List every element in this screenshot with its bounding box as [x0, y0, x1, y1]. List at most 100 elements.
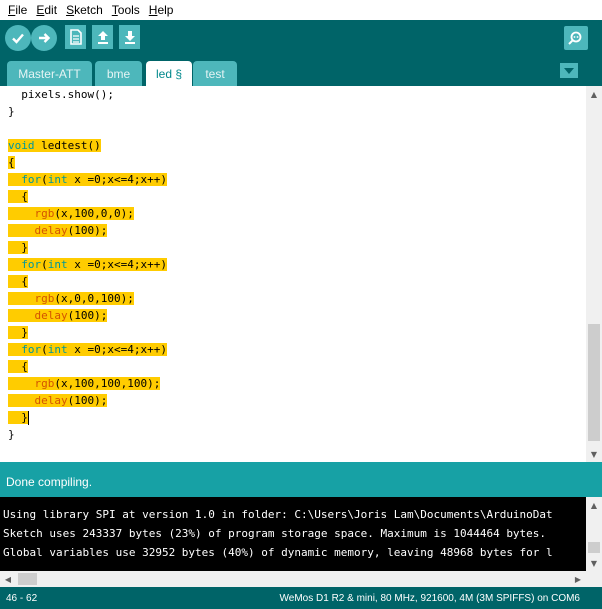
code-line-text: pixels.show();: [21, 88, 114, 101]
code-line-text: {: [8, 156, 15, 169]
code-line: pixels.show();: [8, 86, 167, 103]
new-icon: [69, 29, 82, 45]
menu-file-label: ile: [15, 3, 28, 17]
code-line-text: delay(100);: [8, 394, 108, 407]
code-line: rgb(x,100,0,0);: [8, 205, 167, 222]
tab-master-att[interactable]: Master-ATT: [7, 61, 92, 86]
upload-icon: [39, 33, 51, 43]
code-editor[interactable]: pixels.show();} void ledtest() { for(int x…: [0, 86, 586, 462]
menu-sketch-label: ketch: [74, 3, 103, 17]
menu-help[interactable]: Help: [145, 3, 178, 17]
code-line-text: delay(100);: [8, 309, 108, 322]
console-cut-line: [0, 497, 586, 505]
code-line-text: for(int x =0;x<=4;x++): [8, 258, 167, 271]
menu-edit-label: dit: [44, 3, 58, 17]
menu-file[interactable]: File: [4, 3, 31, 17]
code-line-text: rgb(x,100,100,100);: [8, 377, 161, 390]
code-line-text: void ledtest(): [8, 139, 101, 152]
code-line-text: {: [8, 275, 28, 288]
code-line: {: [8, 273, 167, 290]
verify-button[interactable]: [5, 25, 31, 51]
code-line: for(int x =0;x<=4;x++): [8, 341, 167, 358]
code-line: delay(100);: [8, 392, 167, 409]
code-line: {: [8, 154, 167, 171]
code-line: rgb(x,100,100,100);: [8, 375, 167, 392]
console-output[interactable]: Using library SPI at version 1.0 in fold…: [0, 497, 586, 571]
console-partial-line: [0, 497, 586, 505]
toolbar: [0, 20, 602, 57]
code-line-text: }: [8, 411, 29, 425]
code-line-text: {: [8, 190, 28, 203]
code-line-text: {: [8, 360, 28, 373]
code-line: }: [8, 409, 167, 426]
code-line: }: [8, 426, 167, 443]
code-line-text: for(int x =0;x<=4;x++): [8, 173, 167, 186]
tab-test[interactable]: test: [193, 61, 237, 86]
code-area[interactable]: pixels.show();} void ledtest() { for(int x…: [8, 86, 167, 443]
verify-icon: [12, 33, 24, 44]
code-line-text: for(int x =0;x<=4;x++): [8, 343, 167, 356]
menu-tools[interactable]: Tools: [108, 3, 144, 17]
code-line-text: }: [8, 326, 28, 339]
tab-bme[interactable]: bme: [95, 61, 142, 86]
code-line: for(int x =0;x<=4;x++): [8, 171, 167, 188]
menu-sketch[interactable]: Sketch: [62, 3, 107, 17]
console-line: Using library SPI at version 1.0 in fold…: [3, 508, 553, 521]
editor-scroll-thumb[interactable]: [588, 324, 600, 441]
scroll-down-arrow-icon[interactable]: ▼: [586, 446, 602, 462]
code-line: delay(100);: [8, 307, 167, 324]
tab-menu-button[interactable]: [560, 63, 578, 78]
footer-bar: 46 - 62 WeMos D1 R2 & mini, 80 MHz, 9216…: [0, 587, 602, 609]
code-line: rgb(x,0,0,100);: [8, 290, 167, 307]
menu-help-label: elp: [157, 3, 174, 17]
status-bar: Done compiling.: [0, 462, 602, 497]
code-line-text: }: [8, 241, 28, 254]
menu-tools-label: ools: [117, 3, 140, 17]
code-line: {: [8, 358, 167, 375]
menu-bar: File Edit Sketch Tools Help: [0, 0, 602, 20]
console-scroll-thumb[interactable]: [588, 542, 600, 553]
code-line-text: }: [8, 105, 15, 118]
console-vertical-scrollbar[interactable]: ▲ ▼: [586, 497, 602, 571]
console-line: Sketch uses 243337 bytes (23%) of progra…: [3, 527, 547, 540]
code-line-text: delay(100);: [8, 224, 108, 237]
code-line: void ledtest(): [8, 137, 167, 154]
tab-bar: Master-ATT bme led § test: [0, 57, 602, 86]
code-line: {: [8, 188, 167, 205]
console-scroll-down-arrow-icon[interactable]: ▼: [586, 555, 602, 571]
code-line: }: [8, 324, 167, 341]
status-message: Done compiling.: [6, 475, 93, 489]
serial-monitor-button[interactable]: [564, 26, 588, 50]
open-icon: [97, 31, 108, 44]
upload-button[interactable]: [31, 25, 57, 51]
serial-monitor-icon: [568, 31, 582, 45]
open-button[interactable]: [92, 25, 113, 49]
code-line: }: [8, 103, 167, 120]
code-line-text: }: [8, 428, 15, 441]
text-caret: [27, 411, 29, 425]
code-line-text: rgb(x,0,0,100);: [8, 292, 134, 305]
code-line-text: rgb(x,100,0,0);: [8, 207, 134, 220]
console-scroll-up-arrow-icon[interactable]: ▲: [586, 497, 602, 513]
scrollbar-corner: [586, 571, 602, 587]
console-hscroll-thumb[interactable]: [18, 573, 37, 585]
scroll-right-arrow-icon[interactable]: ▶: [570, 571, 586, 587]
board-info: WeMos D1 R2 & mini, 80 MHz, 921600, 4M (…: [279, 593, 580, 604]
tab-led[interactable]: led §: [146, 61, 192, 86]
code-line: for(int x =0;x<=4;x++): [8, 256, 167, 273]
console-line: Global variables use 32952 bytes (40%) o…: [3, 546, 553, 559]
console-horizontal-scrollbar[interactable]: ◀ ▶: [0, 571, 586, 587]
editor-vertical-scrollbar[interactable]: ▲ ▼: [586, 86, 602, 462]
scroll-up-arrow-icon[interactable]: ▲: [586, 86, 602, 102]
code-line: }: [8, 239, 167, 256]
save-icon: [124, 31, 135, 44]
menu-edit[interactable]: Edit: [32, 3, 61, 17]
cursor-position: 46 - 62: [6, 593, 38, 604]
scroll-left-arrow-icon[interactable]: ◀: [0, 571, 16, 587]
code-line: delay(100);: [8, 222, 167, 239]
chevron-down-icon: [564, 67, 574, 74]
save-button[interactable]: [119, 25, 140, 49]
menu-sketch-mnemonic: S: [66, 3, 75, 17]
new-button[interactable]: [65, 25, 86, 49]
